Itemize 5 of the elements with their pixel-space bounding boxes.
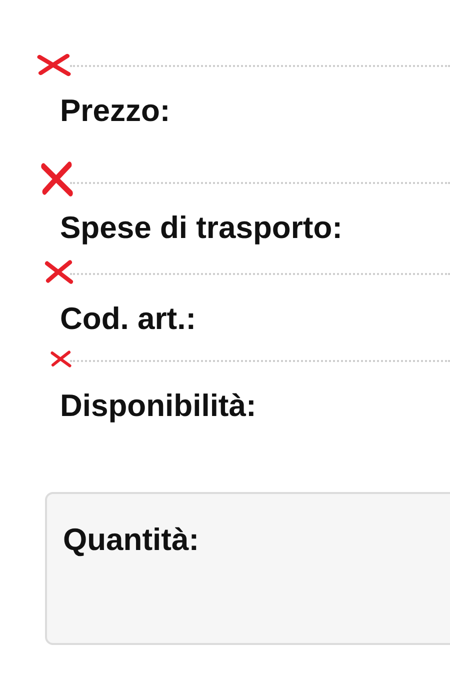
detail-label: Cod. art.:	[60, 301, 198, 337]
detail-label: Disponibilità:	[60, 388, 258, 424]
detail-label: Prezzo:	[60, 93, 172, 129]
quantity-label: Quantità:	[63, 522, 200, 558]
detail-label: Spese di trasporto:	[60, 210, 344, 246]
